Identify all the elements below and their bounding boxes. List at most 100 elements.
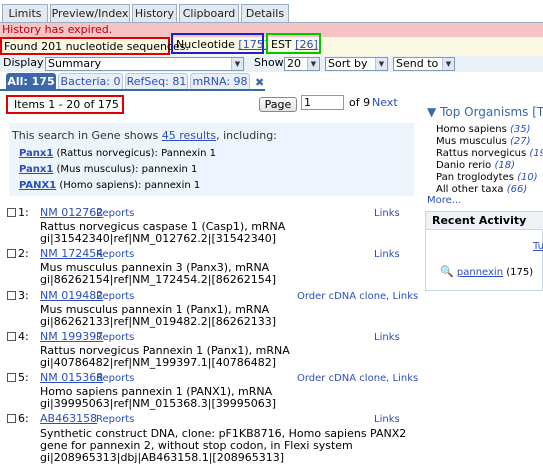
links-link[interactable]: Links [374,414,400,426]
turn-off-link[interactable]: Tu [533,241,543,253]
send-to-select[interactable]: Send to ▼ [393,57,455,71]
gene-item-desc: (Rattus norvegicus): Pannexin 1 [53,148,217,159]
links-link[interactable]: Links [374,208,400,220]
reports-link[interactable]: Reports [96,208,134,220]
result-checkbox[interactable] [7,414,16,423]
nucleotide-count-link[interactable]: [175] [238,38,268,51]
result-checkbox[interactable] [7,249,16,258]
db-tab-refseq[interactable]: RefSeq: 81 [125,73,188,90]
reports-link[interactable]: Reports [96,373,134,385]
show-select[interactable]: 20 ▼ [284,57,320,71]
gene-intro-end: , including: [216,129,277,142]
organism-item[interactable]: Rattus norvegicus (19) [436,148,543,160]
est-count-link[interactable]: [26] [295,38,318,51]
organism-count: (18) [494,160,516,171]
gene-symbol-link[interactable]: Panx1 [19,164,53,175]
result-checkbox[interactable] [7,332,16,341]
result-ids: gi|31542340|ref|NM_012762.2|[31542340] [40,232,277,245]
organism-item[interactable]: Mus musculus (27) [436,136,531,148]
chevron-down-icon: ▼ [442,58,454,70]
recent-search-count: (175) [503,267,534,278]
reports-link[interactable]: Reports [96,249,134,261]
tools-icon[interactable]: ✖ [255,77,267,89]
display-select[interactable]: Summary ▼ [45,57,244,71]
top-tab-bar: Limits Preview/Index History Clipboard D… [0,0,543,23]
tab-details[interactable]: Details [241,4,289,22]
result-number: 1: [18,206,29,219]
db-tab-bacteria[interactable]: Bacteria: 0 [58,73,123,90]
reports-link[interactable]: Reports [96,414,134,426]
accession-link[interactable]: NM 199397 [40,331,103,343]
gene-item: Panx1 (Rattus norvegicus): Pannexin 1 [19,148,216,160]
tab-limits[interactable]: Limits [2,4,48,22]
result-checkbox[interactable] [7,373,16,382]
result-ids: gi|86262154|ref|NM_172454.2|[86262154] [40,273,277,286]
order-cdna-links[interactable]: Order cDNA clone, Links [297,291,418,303]
page-number-input[interactable]: 1 [301,95,344,110]
result-number: 4: [18,330,29,343]
result-checkbox[interactable] [7,291,16,300]
organism-count: (35) [510,124,531,135]
result-number: 3: [18,289,29,302]
gene-symbol-link[interactable]: Panx1 [19,148,53,159]
top-organisms-bracket: [T [532,105,543,119]
recent-search-link[interactable]: pannexin [457,267,503,278]
tab-preview-index[interactable]: Preview/Index [50,4,130,22]
page-count: of 9 [349,96,371,109]
organism-item[interactable]: Danio rerio (18) [436,160,515,172]
result-checkbox[interactable] [7,208,16,217]
accession-link[interactable]: AB463158 [40,413,97,425]
chevron-down-icon: ▼ [307,58,319,70]
next-page-link[interactable]: Next [372,97,398,109]
accession-link[interactable]: NM 015368 [40,372,103,384]
show-select-value: 20 [287,57,301,70]
gene-item: PANX1 (Homo sapiens): pannexin 1 [19,180,200,192]
display-label: Display [3,56,44,69]
organism-item[interactable]: Pan troglodytes (10) [436,172,538,184]
items-range: Items 1 - 20 of 175 [6,95,124,114]
organism-name: Rattus norvegicus [436,148,527,159]
db-tab-all[interactable]: All: 175 [6,73,56,90]
links-link[interactable]: Links [374,332,400,344]
db-tabs-underline [0,89,265,91]
accession-link[interactable]: NM 172454 [40,248,103,260]
reports-link[interactable]: Reports [96,291,134,303]
organism-count: (66) [506,184,528,195]
recent-search-item[interactable]: 🔍 pannexin (175) [440,266,533,279]
triangle-down-icon: ▼ [427,105,437,119]
organism-item[interactable]: Homo sapiens (35) [436,124,531,136]
est-filter[interactable]: EST [26] [266,33,321,54]
result-ids: gi|208965313|dbj|AB463158.1|[208965313] [40,451,284,464]
organism-count: (19) [529,148,543,159]
send-select-value: Send to [396,57,439,70]
db-tab-mrna[interactable]: mRNA: 98 [190,73,250,90]
organism-count: (27) [510,136,531,147]
organism-name: Mus musculus [436,136,507,147]
nucleotide-label: Nucleotide [176,38,235,51]
links-link[interactable]: Links [374,249,400,261]
gene-intro-text: This search in Gene shows [12,129,162,142]
page-button[interactable]: Page [259,97,297,112]
accession-link[interactable]: NM 012762 [40,207,103,219]
sort-by-select[interactable]: Sort by ▼ [325,57,388,71]
result-ids: gi|39995063|ref|NM_015368.3|[39995063] [40,397,277,410]
tab-clipboard[interactable]: Clipboard [179,4,239,22]
gene-results-link[interactable]: 45 results [162,129,216,142]
result-number: 2: [18,247,29,260]
gene-intro: This search in Gene shows 45 results, in… [12,130,277,142]
organism-name: Homo sapiens [436,124,507,135]
result-ids: gi|40786482|ref|NM_199397.1|[40786482] [40,356,277,369]
show-label: Show [254,56,284,69]
order-cdna-links[interactable]: Order cDNA clone, Links [297,373,418,385]
top-organisms-panel: ▼ Top Organisms [T Homo sapiens (35) Mus… [425,104,543,208]
top-organisms-header[interactable]: ▼ Top Organisms [T [427,106,543,118]
found-sequences-text: Found 201 nucleotide sequences. [0,37,189,55]
reports-link[interactable]: Reports [96,332,134,344]
gene-symbol-link[interactable]: PANX1 [19,180,56,191]
nucleotide-filter[interactable]: Nucleotide [175] [171,33,268,54]
more-organisms-link[interactable]: More... [427,195,461,207]
result-ids: gi|86262133|ref|NM_019482.2|[86262133] [40,315,277,328]
tab-history[interactable]: History [132,4,177,22]
est-label: EST [271,38,292,51]
accession-link[interactable]: NM 019482 [40,290,103,302]
